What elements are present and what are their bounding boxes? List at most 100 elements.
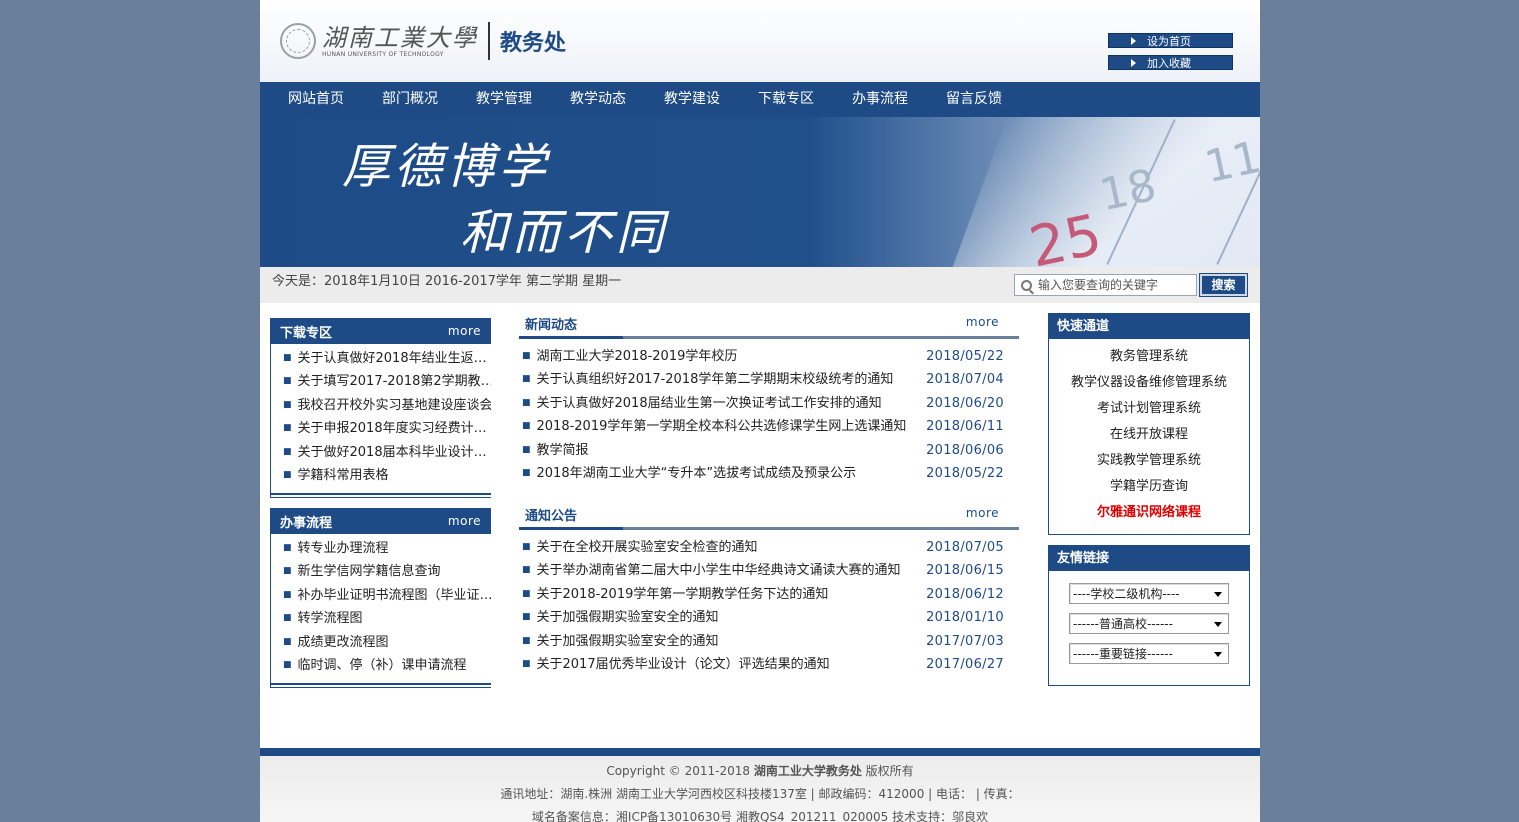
bullet-icon: ■ (522, 467, 531, 478)
quick-link-item[interactable]: 在线开放课程 (1049, 422, 1249, 448)
notice-more-link[interactable]: more (966, 506, 999, 520)
notice-item-title: 关于2018-2019学年第一学期教学任务下达的通知 (536, 586, 829, 602)
notice-panel: 通知公告 more ■ 关于在全校开展实验室安全检查的通知 2018/07/05 ■… (519, 504, 1019, 676)
bullet-icon: ■ (522, 658, 531, 669)
bullet-icon: ■ (522, 374, 531, 385)
address-line: 通讯地址：湖南.株洲 湖南工业大学河西校区科技楼137室 | 邮政编码：4120… (500, 787, 1020, 801)
set-homepage-button[interactable]: 设为首页 (1108, 33, 1233, 48)
notice-item[interactable]: ■ 关于在全校开展实验室安全检查的通知 2018/07/05 (519, 536, 1019, 559)
icp-line: 域名备案信息：湘ICP备13010630号 湘教QS4_201211_02000… (531, 810, 989, 822)
list-item[interactable]: ■ 关于申报2018年度实习经费计… (271, 417, 491, 440)
dropdown-arrow-icon (1214, 622, 1222, 627)
nav-item-teaching-management[interactable]: 教学管理 (466, 82, 560, 117)
list-item[interactable]: ■ 成绩更改流程图 (271, 631, 491, 654)
notice-item[interactable]: ■ 关于举办湖南省第二届大中小学生中华经典诗文诵读大赛的通知 2018/06/15 (519, 559, 1019, 582)
notice-item-title: 关于加强假期实验室安全的通知 (536, 633, 719, 649)
notice-item[interactable]: ■ 关于加强假期实验室安全的通知 2018/01/10 (519, 606, 1019, 629)
copyright-owner: 湖南工业大学教务处 (753, 764, 862, 778)
news-item[interactable]: ■ 关于认真组织好2017-2018学年第二学期期末校级统考的通知 2018/07/… (519, 368, 1019, 391)
news-more-link[interactable]: more (966, 315, 999, 329)
quick-link-item-highlight[interactable]: 尔雅通识网络课程 (1049, 500, 1249, 526)
download-more-link[interactable]: more (448, 324, 481, 338)
news-item[interactable]: ■ 关于认真做好2018届结业生第一次换证考试工作安排的通知 2018/06/20 (519, 392, 1019, 415)
nav-item-about[interactable]: 部门概况 (372, 82, 466, 117)
bullet-icon: ■ (522, 351, 531, 361)
select-important-links[interactable]: ------重要链接------ (1069, 643, 1229, 664)
university-logo[interactable]: 湖南工業大學 HUNAN UNIVERSITY OF TECHNOLOGY 教务… (280, 20, 566, 62)
list-item-text: 新生学信网学籍信息查询 (297, 564, 441, 580)
department-name: 教务处 (500, 31, 567, 56)
list-item[interactable]: ■ 临时调、停（补）课申请流程 (271, 654, 491, 677)
list-item-text: 转学流程图 (297, 611, 363, 627)
list-item[interactable]: ■ 关于认真做好2018年结业生返… (271, 347, 491, 370)
nav-item-teaching-news[interactable]: 教学动态 (560, 82, 654, 117)
notice-item[interactable]: ■ 关于2017届优秀毕业设计（论文）评选结果的通知 2017/06/27 (519, 653, 1019, 676)
footer-bar (260, 748, 1260, 756)
nav-item-teaching-construction[interactable]: 教学建设 (654, 82, 748, 117)
university-seal-icon (280, 23, 316, 59)
notice-item-date: 2018/06/12 (926, 586, 1004, 602)
nav-item-procedures[interactable]: 办事流程 (842, 82, 936, 117)
list-item-text: 补办毕业证明书流程图（毕业证… (297, 587, 491, 603)
select-universities[interactable]: ------普通高校------ (1069, 613, 1229, 634)
news-item[interactable]: ■ 湖南工业大学2018-2019学年校历 2018/05/22 (519, 345, 1019, 368)
nav-item-feedback[interactable]: 留言反馈 (936, 82, 1030, 117)
quick-link-item[interactable]: 学籍学历查询 (1049, 474, 1249, 500)
notice-item[interactable]: ■ 关于2018-2019学年第一学期教学任务下达的通知 2018/06/12 (519, 583, 1019, 606)
bullet-icon: ■ (522, 444, 531, 455)
current-date-text: 今天是：2018年1月10日 2016-2017学年 第二学期 星期一 (272, 274, 622, 289)
list-item[interactable]: ■ 转专业办理流程 (271, 537, 491, 560)
bullet-icon: ■ (522, 421, 531, 432)
list-item[interactable]: ■ 转学流程图 (271, 607, 491, 630)
page: 湖南工業大學 HUNAN UNIVERSITY OF TECHNOLOGY 教务… (260, 0, 1260, 822)
list-item-text: 临时调、停（补）课申请流程 (297, 657, 467, 673)
process-more-link[interactable]: more (448, 514, 481, 528)
news-item[interactable]: ■ 2018-2019学年第一学期全校本科公共选修课学生网上选课通知 2018/06… (519, 415, 1019, 438)
select-value: ----学校二级机构---- (1073, 587, 1180, 601)
list-item[interactable]: ■ 关于做好2018届本科毕业设计… (271, 441, 491, 464)
nav-item-downloads[interactable]: 下载专区 (748, 82, 842, 117)
search-button[interactable]: 搜索 (1199, 273, 1248, 297)
calendar-number: 11 (1200, 131, 1260, 194)
banner: 11 18 25 厚德博学 和而不同 (260, 117, 1260, 267)
news-item-date: 2018/06/06 (926, 442, 1004, 458)
quick-link-item[interactable]: 教学仪器设备维修管理系统 (1049, 370, 1249, 396)
search-input[interactable] (1038, 278, 1188, 292)
quick-links-list: 教务管理系统 教学仪器设备维修管理系统 考试计划管理系统 在线开放课程 实践教学… (1049, 339, 1249, 526)
nav-item-home[interactable]: 网站首页 (278, 82, 372, 117)
add-favorite-button[interactable]: 加入收藏 (1108, 55, 1233, 70)
notice-item-date: 2018/06/15 (926, 563, 1004, 579)
info-bar: 今天是：2018年1月10日 2016-2017学年 第二学期 星期一 搜索 (260, 267, 1260, 303)
bullet-icon: ■ (283, 566, 292, 577)
search-box (1014, 274, 1197, 296)
select-value: ------普通高校------ (1073, 617, 1173, 631)
list-item[interactable]: ■ 我校召开校外实习基地建设座谈会 (271, 394, 491, 417)
notice-item[interactable]: ■ 关于加强假期实验室安全的通知 2017/07/03 (519, 630, 1019, 653)
university-name-en: HUNAN UNIVERSITY OF TECHNOLOGY (322, 50, 444, 58)
list-item[interactable]: ■ 补办毕业证明书流程图（毕业证… (271, 584, 491, 607)
list-item[interactable]: ■ 学籍科常用表格 (271, 464, 491, 487)
news-item[interactable]: ■ 教学简报 2018/06/06 (519, 439, 1019, 462)
list-item[interactable]: ■ 关于填写2017-2018第2学期教… (271, 370, 491, 393)
notice-item-title: 关于举办湖南省第二届大中小学生中华经典诗文诵读大赛的通知 (536, 563, 901, 579)
news-item-title: 2018-2019学年第一学期全校本科公共选修课学生网上选课通知 (536, 419, 907, 435)
quick-link-item[interactable]: 考试计划管理系统 (1049, 396, 1249, 422)
select-school-units[interactable]: ----学校二级机构---- (1069, 583, 1229, 604)
news-item-date: 2018/06/20 (926, 395, 1004, 411)
quick-link-item[interactable]: 实践教学管理系统 (1049, 448, 1249, 474)
logo-divider (488, 22, 490, 60)
notice-item-title: 关于在全校开展实验室安全检查的通知 (536, 540, 758, 555)
notice-list: ■ 关于在全校开展实验室安全检查的通知 2018/07/05 ■ 关于举办湖南省第二届… (519, 530, 1019, 676)
select-value: ------重要链接------ (1073, 647, 1173, 661)
news-item[interactable]: ■ 2018年湖南工业大学“专升本”选拔考试成绩及预录公示 2018/05/22 (519, 462, 1019, 485)
download-panel-title: 下载专区 (280, 325, 333, 341)
friend-links-title: 友情链接 (1049, 546, 1249, 571)
process-panel: 办事流程 more ■ 转专业办理流程 ■ 新生学信网学籍信息查询 ■ 补办毕业证明书… (270, 508, 491, 688)
download-list: ■ 关于认真做好2018年结业生返… ■ 关于填写2017-2018第2学期教… ■… (271, 344, 491, 493)
bullet-icon: ■ (283, 659, 292, 670)
quick-link-item[interactable]: 教务管理系统 (1049, 344, 1249, 370)
banner-motto-line2: 和而不同 (460, 205, 669, 261)
news-item-date: 2018/05/22 (926, 349, 1004, 364)
download-panel-header: 下载专区 more (271, 318, 491, 344)
list-item[interactable]: ■ 新生学信网学籍信息查询 (271, 560, 491, 583)
